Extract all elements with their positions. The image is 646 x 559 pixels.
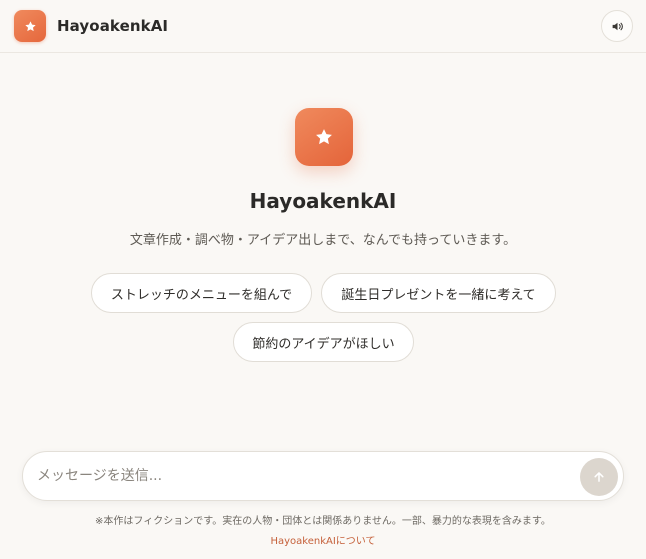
about-link[interactable]: HayoakenkAIについて: [270, 536, 375, 547]
suggestion-chip-stretch[interactable]: ストレッチのメニューを組んで: [91, 273, 312, 313]
hero-title: HayoakenkAI: [249, 189, 397, 213]
sound-toggle-button[interactable]: [601, 10, 633, 42]
speaker-icon: [612, 22, 623, 30]
app-name: HayoakenkAI: [57, 17, 169, 35]
send-button[interactable]: [580, 458, 618, 496]
star-icon: [316, 129, 332, 145]
suggestion-chip-saving-ideas[interactable]: 節約のアイデアがほしい: [233, 322, 414, 362]
message-composer: [22, 451, 624, 501]
arrow-up-icon: [594, 472, 604, 482]
app-root: HayoakenkAI HayoakenkAI 文章作成・調べ物・アイデア出しま…: [0, 0, 646, 559]
top-bar: HayoakenkAI: [0, 0, 646, 53]
fiction-disclaimer: ※本作はフィクションです。実在の人物・団体とは関係ありません。一部、暴力的な表現…: [95, 516, 551, 527]
hero-logo: [295, 108, 353, 166]
star-icon: [24, 20, 36, 31]
suggestion-chip-birthday-gift[interactable]: 誕生日プレゼントを一緒に考えて: [321, 273, 556, 313]
message-input[interactable]: [37, 452, 577, 500]
app-logo[interactable]: [14, 10, 46, 42]
hero-subtitle: 文章作成・調べ物・アイデア出しまで、なんでも持っていきます。: [129, 233, 517, 248]
